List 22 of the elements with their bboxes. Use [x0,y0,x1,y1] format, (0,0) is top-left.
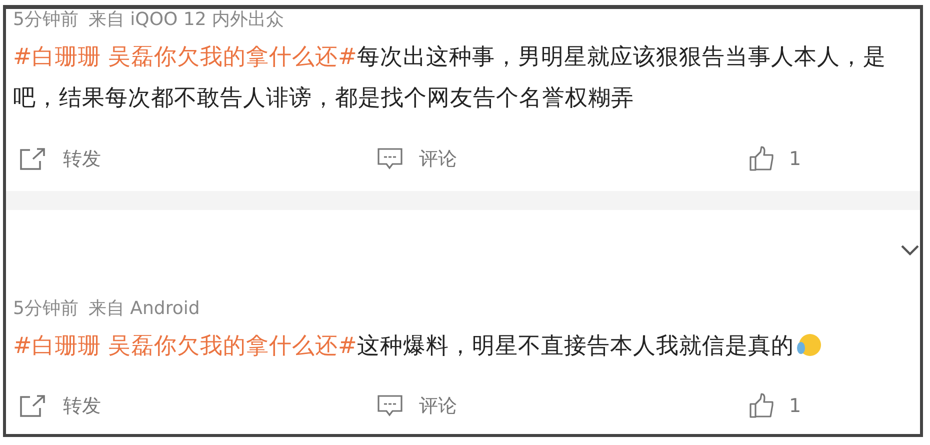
thumbs-up-icon [749,393,775,419]
emoji-icon [796,333,822,357]
topic-link[interactable]: #白珊珊 吴磊你欠我的拿什么还# [13,44,357,70]
post-source: 来自 iQOO 12 内外出众 [88,9,284,31]
topic-link[interactable]: #白珊珊 吴磊你欠我的拿什么还# [13,333,357,359]
post-text: #白珊珊 吴磊你欠我的拿什么还#这种爆料，明星不直接告本人我就信是真的 [13,326,920,367]
post-time: 5分钟前 [13,298,78,320]
comment-icon [377,147,403,171]
comment-button[interactable]: 评论 [377,393,457,419]
like-button[interactable]: 1 [749,146,802,172]
chevron-down-icon[interactable] [900,244,920,256]
repost-button[interactable]: 转发 [19,393,101,419]
post-source: 来自 Android [88,298,200,320]
comment-icon [377,394,403,418]
share-icon [19,394,47,418]
repost-button[interactable]: 转发 [19,146,101,172]
thumbs-up-icon [749,146,775,172]
post-text: #白珊珊 吴磊你欠我的拿什么还#每次出这种事，男明星就应该狠狠告当事人本人，是吧，结果每次都不敢告人诽谤，都是找个网友告个名誉权糊弄 [13,43,887,113]
like-button[interactable]: 1 [749,393,802,419]
comment-button[interactable]: 评论 [377,146,457,172]
post-time: 5分钟前 [13,9,78,31]
share-icon [19,147,47,171]
